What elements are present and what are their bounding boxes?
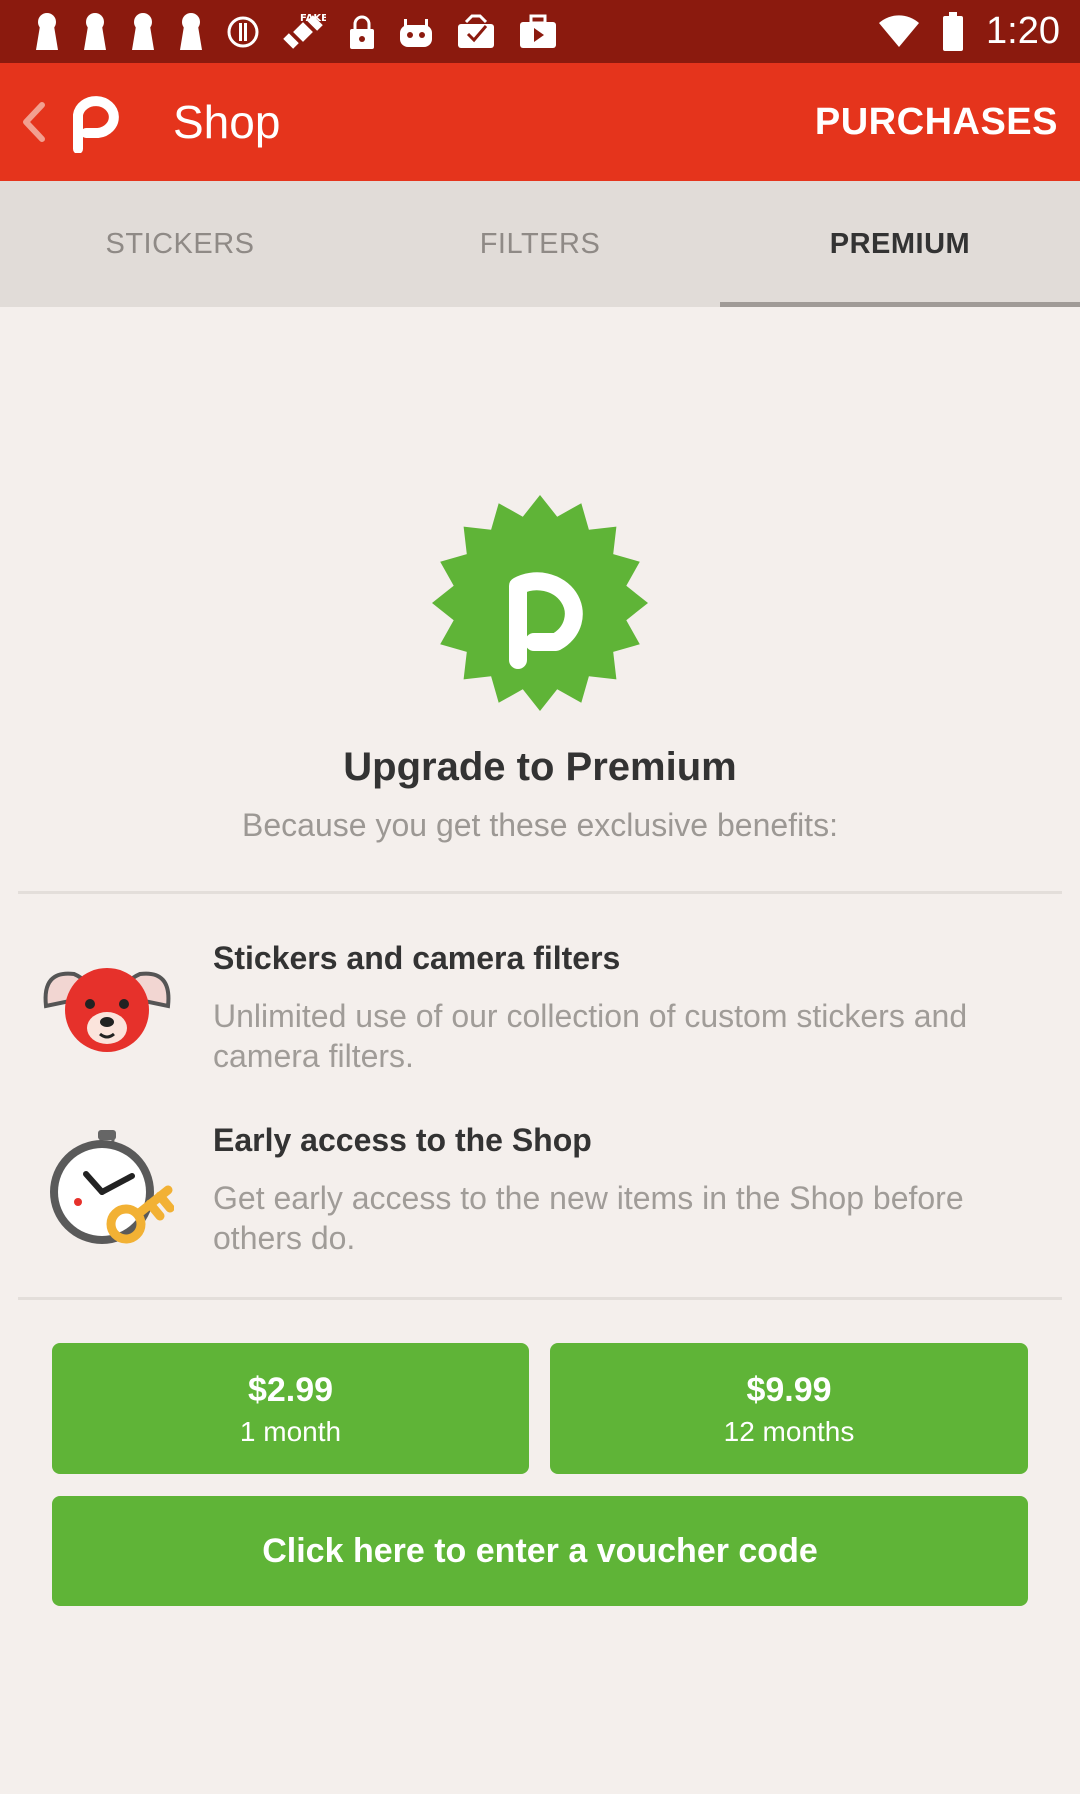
- wifi-icon: [879, 14, 920, 47]
- benefits-subtitle: Because you get these exclusive benefits…: [242, 807, 838, 843]
- back-arrow-icon[interactable]: [18, 99, 48, 145]
- app-bar: Shop PURCHASES: [0, 63, 1080, 181]
- bear-sticker-icon: [43, 968, 171, 1052]
- tab-stickers[interactable]: STICKERS: [0, 181, 360, 307]
- android-icon: [400, 19, 432, 47]
- benefit-description: Get early access to the new items in the…: [213, 1180, 964, 1256]
- clock: 1:20: [986, 10, 1060, 52]
- alert-icon: [227, 16, 259, 48]
- plan-1-month-button[interactable]: $2.99 1 month: [52, 1343, 529, 1474]
- keyhole-icon: [132, 13, 154, 50]
- satellite-icon: FAKE: [283, 13, 326, 49]
- keyhole-icon: [180, 13, 202, 50]
- plan-period: 1 month: [239, 1416, 342, 1447]
- page-title: Shop: [173, 96, 281, 148]
- status-right: 1:20: [878, 0, 1060, 63]
- divider: [18, 891, 1062, 894]
- benefit-title: Early access to the Shop: [213, 1122, 592, 1158]
- upgrade-headline: Upgrade to Premium: [343, 745, 737, 789]
- voucher-button[interactable]: Click here to enter a voucher code: [52, 1496, 1028, 1606]
- tab-bar: STICKERS FILTERS PREMIUM: [0, 181, 1080, 307]
- plan-12-months-button[interactable]: $9.99 12 months: [550, 1343, 1028, 1474]
- divider: [18, 1297, 1062, 1300]
- plan-price: $9.99: [746, 1371, 832, 1409]
- svg-text:FAKE: FAKE: [300, 13, 326, 24]
- tab-premium[interactable]: PREMIUM: [720, 181, 1080, 307]
- notification-icons: FAKE: [34, 10, 558, 54]
- status-bar: FAKE 1:20: [0, 0, 1080, 63]
- premium-badge-icon: [432, 495, 648, 711]
- app-logo-icon: [73, 96, 119, 153]
- keyhole-icon: [84, 13, 106, 50]
- stopwatch-key-icon: [50, 1130, 174, 1244]
- plan-price: $2.99: [247, 1371, 334, 1409]
- plan-period: 12 months: [723, 1416, 855, 1447]
- inbox-icon: [458, 14, 494, 48]
- tab-filters[interactable]: FILTERS: [360, 181, 720, 307]
- battery-icon: [943, 11, 964, 51]
- benefit-title: Stickers and camera filters: [213, 940, 621, 976]
- keyhole-icon: [36, 13, 58, 50]
- briefcase-icon: [520, 14, 556, 48]
- benefit-description: Unlimited use of our collection of custo…: [213, 998, 968, 1074]
- purchases-button[interactable]: PURCHASES: [815, 93, 1058, 151]
- lock-icon: [350, 15, 374, 49]
